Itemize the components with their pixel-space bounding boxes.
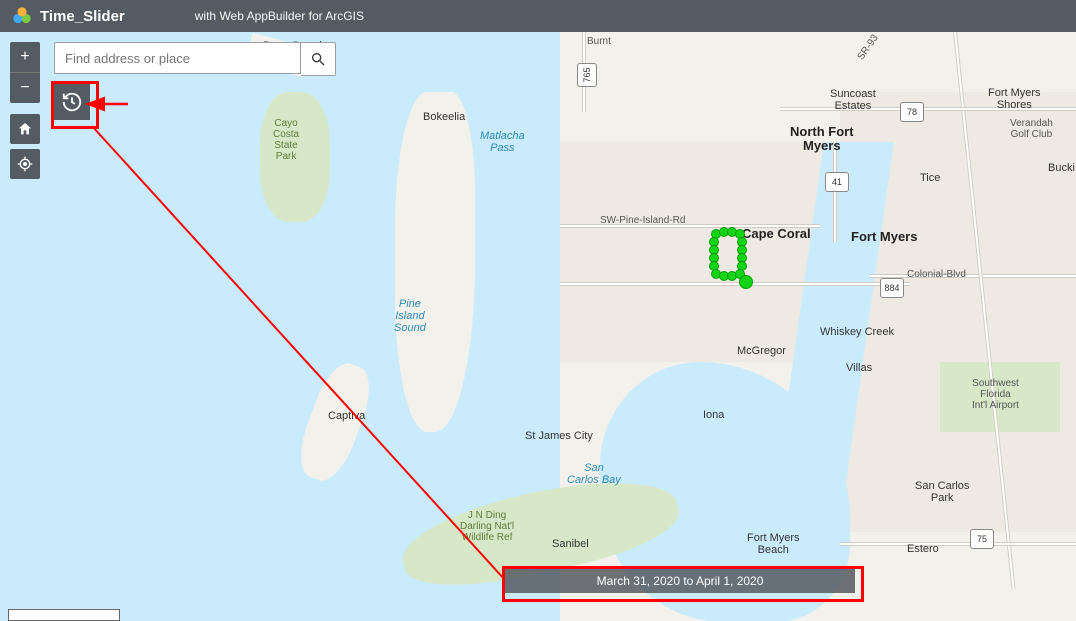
search-input[interactable] bbox=[54, 42, 301, 74]
label-captiva: Captiva bbox=[328, 410, 365, 422]
attribution-bar bbox=[8, 609, 120, 621]
gps-point bbox=[712, 230, 720, 238]
label-fort-myers: Fort Myers bbox=[851, 230, 917, 244]
gps-point bbox=[728, 228, 736, 236]
label-burnt: Burnt bbox=[587, 36, 611, 47]
appbuilder-logo-icon bbox=[12, 6, 32, 26]
label-bokeelia: Bokeelia bbox=[423, 111, 465, 123]
label-jn-ding: J N Ding Darling Nat'l Wildlife Ref bbox=[460, 510, 514, 543]
route-shield-765: 765 bbox=[577, 63, 597, 87]
route-shield-75: 75 bbox=[970, 529, 994, 549]
home-icon bbox=[17, 121, 33, 137]
label-bucki: Bucki bbox=[1048, 162, 1075, 174]
label-san-carlos-park: San Carlos Park bbox=[915, 480, 969, 504]
time-range-display: March 31, 2020 to April 1, 2020 bbox=[505, 569, 855, 593]
gps-point bbox=[738, 254, 746, 262]
app-header: Time_Slider with Web AppBuilder for ArcG… bbox=[0, 0, 1076, 32]
road-estero bbox=[840, 542, 1076, 546]
label-pine-island-sound: Pine Island Sound bbox=[394, 298, 426, 334]
road-41 bbox=[833, 142, 837, 242]
gps-point bbox=[736, 230, 744, 238]
label-fort-myers-beach: Fort Myers Beach bbox=[747, 532, 800, 556]
route-shield-884: 884 bbox=[880, 278, 904, 298]
search-icon bbox=[310, 51, 326, 67]
label-pine-island-rd: SW-Pine-Island-Rd bbox=[600, 215, 685, 226]
search-container bbox=[54, 42, 336, 76]
locate-icon bbox=[17, 156, 33, 172]
label-fort-myers-shores: Fort Myers Shores bbox=[988, 87, 1041, 111]
pine-island bbox=[395, 92, 475, 432]
search-button[interactable] bbox=[301, 42, 336, 76]
label-cape-coral: Cape Coral bbox=[742, 227, 811, 241]
label-san-carlos-bay: San Carlos Bay bbox=[567, 462, 621, 486]
gps-point bbox=[710, 238, 718, 246]
gps-point bbox=[738, 238, 746, 246]
label-colonial: Colonial-Blvd bbox=[907, 269, 966, 280]
label-iona: Iona bbox=[703, 409, 724, 421]
gps-point bbox=[738, 246, 746, 254]
locate-button[interactable] bbox=[10, 149, 40, 179]
app-title: Time_Slider bbox=[40, 8, 125, 25]
gps-point bbox=[710, 262, 718, 270]
home-button[interactable] bbox=[10, 114, 40, 144]
zoom-out-button[interactable]: − bbox=[10, 73, 40, 103]
label-sanibel: Sanibel bbox=[552, 538, 589, 550]
label-mcgregor: McGregor bbox=[737, 345, 786, 357]
label-verandah: Verandah Golf Club bbox=[1010, 118, 1053, 140]
label-north-fort-myers: North Fort Myers bbox=[790, 125, 854, 154]
label-airport: Southwest Florida Int'l Airport bbox=[972, 378, 1019, 411]
label-cayo-costa: Cayo Costa State Park bbox=[273, 118, 299, 162]
app-subtitle: with Web AppBuilder for ArcGIS bbox=[195, 9, 364, 23]
time-slider-button[interactable] bbox=[54, 84, 90, 120]
gps-point bbox=[710, 246, 718, 254]
label-suncoast: Suncoast Estates bbox=[830, 88, 876, 112]
gps-point bbox=[710, 254, 718, 262]
gps-point bbox=[720, 272, 728, 280]
label-tice: Tice bbox=[920, 172, 940, 184]
gps-point bbox=[740, 276, 752, 288]
label-villas: Villas bbox=[846, 362, 872, 374]
gps-point bbox=[728, 272, 736, 280]
label-whiskey-creek: Whiskey Creek bbox=[820, 326, 894, 338]
history-clock-icon bbox=[61, 91, 83, 113]
road-mid bbox=[560, 282, 910, 286]
gps-point bbox=[738, 262, 746, 270]
map-canvas[interactable]: 884 41 765 78 75 Boca Grande Cayo Costa … bbox=[0, 32, 1076, 621]
zoom-in-button[interactable]: + bbox=[10, 42, 40, 73]
label-st-james: St James City bbox=[525, 430, 593, 442]
gps-point bbox=[712, 270, 720, 278]
route-shield-41: 41 bbox=[825, 172, 849, 192]
route-shield-78: 78 bbox=[900, 102, 924, 122]
gps-point bbox=[720, 228, 728, 236]
label-estero: Estero bbox=[907, 543, 939, 555]
label-matlacha: Matlacha Pass bbox=[480, 130, 525, 154]
